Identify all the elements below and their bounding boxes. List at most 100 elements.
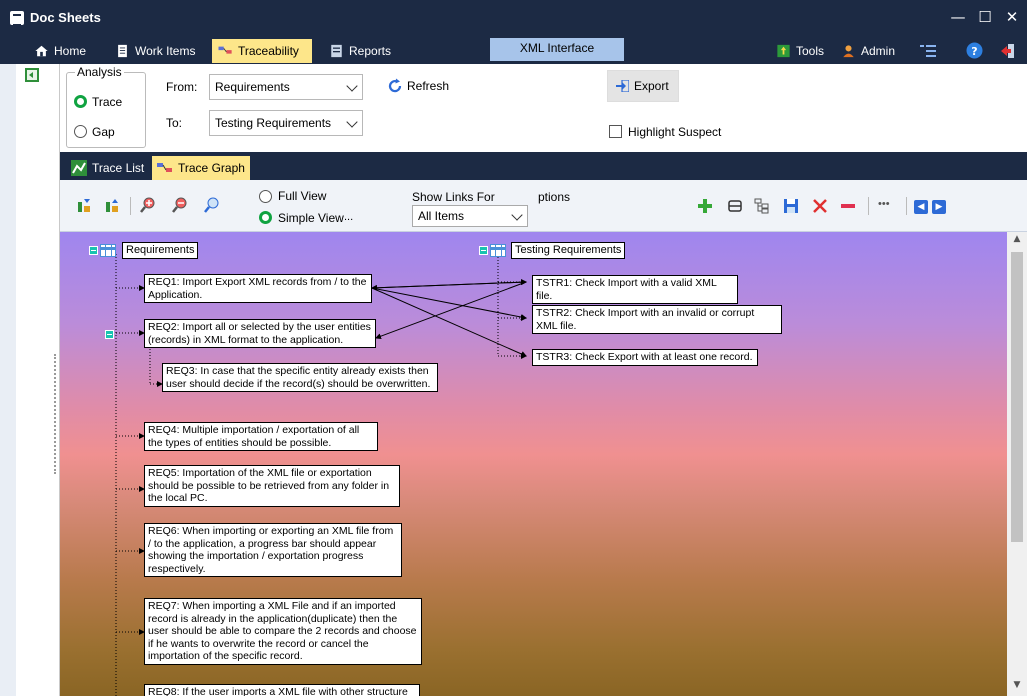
close-button[interactable]: ✕ bbox=[1000, 6, 1024, 28]
admin-button[interactable]: Admin bbox=[835, 39, 901, 63]
tab-trace-list[interactable]: Trace List bbox=[66, 156, 152, 180]
req6-node[interactable]: REQ6: When importing or exporting an XML… bbox=[144, 523, 402, 577]
options-label[interactable]: ptions bbox=[538, 190, 570, 204]
toolbar-separator bbox=[130, 197, 131, 215]
refresh-button[interactable]: Refresh bbox=[387, 78, 449, 96]
to-select[interactable]: Testing Requirements bbox=[209, 110, 363, 136]
next-icon[interactable]: ▶ bbox=[932, 200, 946, 214]
analysis-group: Analysis Trace Gap bbox=[66, 65, 146, 148]
tab-traceability-label: Traceability bbox=[238, 44, 299, 58]
tools-button[interactable]: Tools bbox=[770, 39, 834, 63]
layout-icon[interactable] bbox=[727, 198, 743, 214]
testing-requirements-root-label[interactable]: Testing Requirements bbox=[511, 242, 626, 259]
tools-icon bbox=[777, 44, 790, 58]
show-links-value: All Items bbox=[418, 209, 465, 223]
req4-node[interactable]: REQ4: Multiple importation / exportation… bbox=[144, 422, 378, 451]
tab-work-items-label: Work Items bbox=[135, 44, 196, 58]
overflow-icon[interactable]: ••• bbox=[878, 198, 890, 210]
chevron-down-icon bbox=[511, 209, 523, 221]
tab-traceability[interactable]: Traceability bbox=[212, 39, 312, 63]
trace-list-icon bbox=[71, 160, 87, 176]
tab-reports-label: Reports bbox=[349, 44, 392, 58]
view-tabs: Trace List Trace Graph bbox=[60, 152, 1027, 180]
previous-icon[interactable]: ◀ bbox=[914, 200, 928, 214]
to-label: To: bbox=[166, 116, 183, 130]
trace-label: Trace bbox=[92, 95, 123, 109]
scroll-up-icon[interactable]: ▲ bbox=[1007, 234, 1027, 250]
tab-trace-list-label: Trace List bbox=[92, 161, 145, 175]
show-links-label: Show Links For bbox=[412, 190, 495, 204]
add-icon[interactable] bbox=[697, 198, 713, 214]
tab-home[interactable]: Home bbox=[28, 39, 98, 63]
tab-xml-interface[interactable]: XML Interface bbox=[490, 38, 624, 61]
chevron-down-icon bbox=[346, 116, 358, 128]
highlight-suspect-checkbox[interactable] bbox=[609, 125, 622, 138]
req8-node[interactable]: REQ8: If the user imports a XML file wit… bbox=[144, 684, 420, 696]
expand-panel-icon[interactable] bbox=[25, 68, 39, 82]
from-select[interactable]: Requirements bbox=[209, 74, 363, 100]
svg-text:?: ? bbox=[971, 45, 977, 58]
tools-label: Tools bbox=[796, 44, 825, 58]
document-icon bbox=[118, 44, 127, 58]
save-icon[interactable] bbox=[783, 198, 799, 214]
requirements-root-label[interactable]: Requirements bbox=[122, 242, 199, 259]
refresh-icon bbox=[388, 78, 402, 93]
gap-radio[interactable] bbox=[74, 125, 87, 138]
req7-node[interactable]: REQ7: When importing a XML File and if a… bbox=[144, 598, 422, 665]
simple-view-radio[interactable] bbox=[259, 211, 272, 224]
highlight-suspect-label: Highlight Suspect bbox=[628, 125, 722, 139]
full-view-label: Full View bbox=[278, 189, 327, 203]
zoom-out-icon[interactable] bbox=[172, 197, 188, 213]
minimize-button[interactable]: — bbox=[946, 6, 970, 28]
tstr3-node[interactable]: TSTR3: Check Export with at least one re… bbox=[532, 349, 758, 366]
from-select-value: Requirements bbox=[215, 80, 290, 94]
exit-icon[interactable] bbox=[1000, 43, 1016, 59]
list-icon[interactable] bbox=[920, 45, 936, 57]
export-icon bbox=[616, 80, 629, 92]
req2-collapse-icon[interactable] bbox=[105, 328, 115, 342]
req5-node[interactable]: REQ5: Importation of the XML file or exp… bbox=[144, 465, 400, 507]
tab-home-label: Home bbox=[54, 44, 87, 58]
hierarchy-icon[interactable] bbox=[754, 198, 770, 214]
trace-radio[interactable] bbox=[74, 95, 87, 108]
graph-toolbar: Full View Simple View ... Show Links For… bbox=[60, 180, 1027, 232]
scroll-thumb[interactable] bbox=[1011, 252, 1023, 542]
expand-tree-icon[interactable] bbox=[76, 198, 92, 214]
to-select-value: Testing Requirements bbox=[215, 116, 332, 130]
scroll-down-icon[interactable]: ▼ bbox=[1007, 680, 1027, 696]
analysis-group-label: Analysis bbox=[75, 65, 124, 79]
app-icon bbox=[10, 11, 24, 26]
chevron-down-icon bbox=[346, 80, 358, 92]
window-title: Doc Sheets bbox=[30, 10, 101, 25]
show-links-select[interactable]: All Items bbox=[412, 205, 528, 227]
full-view-radio[interactable] bbox=[259, 190, 272, 203]
trace-graph-canvas[interactable]: Requirements REQ1: Import Export XML rec… bbox=[60, 232, 1007, 696]
tab-trace-graph[interactable]: Trace Graph bbox=[152, 156, 250, 180]
export-label: Export bbox=[634, 79, 669, 93]
simple-view-label: Simple View bbox=[278, 211, 344, 225]
delete-icon[interactable] bbox=[812, 198, 828, 214]
req1-node[interactable]: REQ1: Import Export XML records from / t… bbox=[144, 274, 372, 303]
zoom-in-icon[interactable] bbox=[140, 197, 156, 213]
analysis-panel: Analysis Trace Gap From: Requirements To… bbox=[60, 64, 1027, 152]
admin-label: Admin bbox=[861, 44, 896, 58]
req2-node[interactable]: REQ2: Import all or selected by the user… bbox=[144, 319, 376, 348]
home-icon bbox=[35, 45, 48, 57]
more-button[interactable]: ... bbox=[344, 211, 353, 223]
collapse-tree-icon[interactable] bbox=[104, 198, 120, 214]
search-icon[interactable] bbox=[204, 197, 220, 213]
maximize-button[interactable]: ☐ bbox=[973, 6, 997, 28]
refresh-label: Refresh bbox=[407, 79, 450, 93]
tstr1-node[interactable]: TSTR1: Check Import with a valid XML fil… bbox=[532, 275, 738, 304]
help-icon[interactable]: ? bbox=[966, 42, 983, 59]
tstr2-node[interactable]: TSTR2: Check Import with an invalid or c… bbox=[532, 305, 782, 334]
tab-reports[interactable]: Reports bbox=[323, 39, 399, 63]
remove-icon[interactable] bbox=[840, 198, 856, 214]
testing-requirements-root-icon[interactable] bbox=[479, 244, 507, 258]
requirements-root-icon[interactable] bbox=[89, 244, 117, 258]
tab-work-items[interactable]: Work Items bbox=[109, 39, 202, 63]
export-button[interactable]: Export bbox=[607, 70, 679, 102]
trace-graph-icon bbox=[157, 163, 172, 172]
req3-node[interactable]: REQ3: In case that the specific entity a… bbox=[162, 363, 438, 392]
vertical-scrollbar[interactable]: ▲ ▼ bbox=[1007, 232, 1027, 696]
